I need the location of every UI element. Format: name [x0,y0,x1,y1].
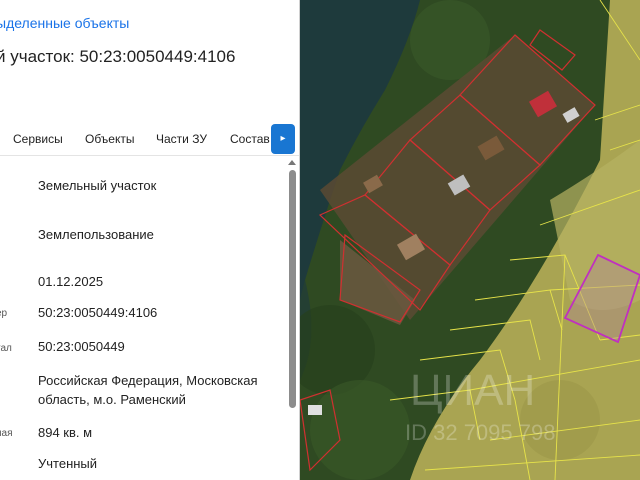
value-subtype: Землепользование [38,227,154,242]
info-panel: ыделенные объекты й участок: 50:23:00504… [0,0,299,480]
satellite-map[interactable]: ЦИАН ID 32 7095 798 [300,0,640,480]
watermark-logo: ЦИАН [410,366,535,415]
label-area: ная [0,428,13,439]
page-title: й участок: 50:23:0050449:4106 [0,47,236,66]
value-status: Учтенный [38,456,98,471]
value-cadastral-quarter: 50:23:0050449 [38,339,125,354]
label-cadastral-number: ер [0,308,8,319]
value-address: Российская Федерация, Московская область… [38,373,258,407]
value-area: 894 кв. м [38,425,93,440]
value-cadastral-number: 50:23:0050449:4106 [38,305,158,320]
map-canvas: ЦИАН ID 32 7095 798 [300,0,640,480]
chevron-right-icon: ▸ [280,133,286,144]
tab-objects[interactable]: Объекты [85,132,135,146]
tab-bar: Сервисы Объекты Части ЗУ Состав ▸ [0,124,299,156]
scroll-up-arrow[interactable] [288,160,296,165]
value-date: 01.12.2025 [38,274,104,289]
scrollbar-thumb[interactable] [289,170,296,408]
value-object-type: Земельный участок [38,178,157,193]
label-cadastral-quarter: тал [0,343,12,354]
tab-services[interactable]: Сервисы [13,132,63,146]
tab-parts[interactable]: Части ЗУ [156,132,207,146]
watermark-id: ID 32 7095 798 [405,420,555,445]
tab-composition[interactable]: Состав [230,132,270,146]
selected-objects-link[interactable]: ыделенные объекты [0,15,129,31]
tabs-next-button[interactable]: ▸ [271,124,295,154]
tab-divider [0,155,299,156]
